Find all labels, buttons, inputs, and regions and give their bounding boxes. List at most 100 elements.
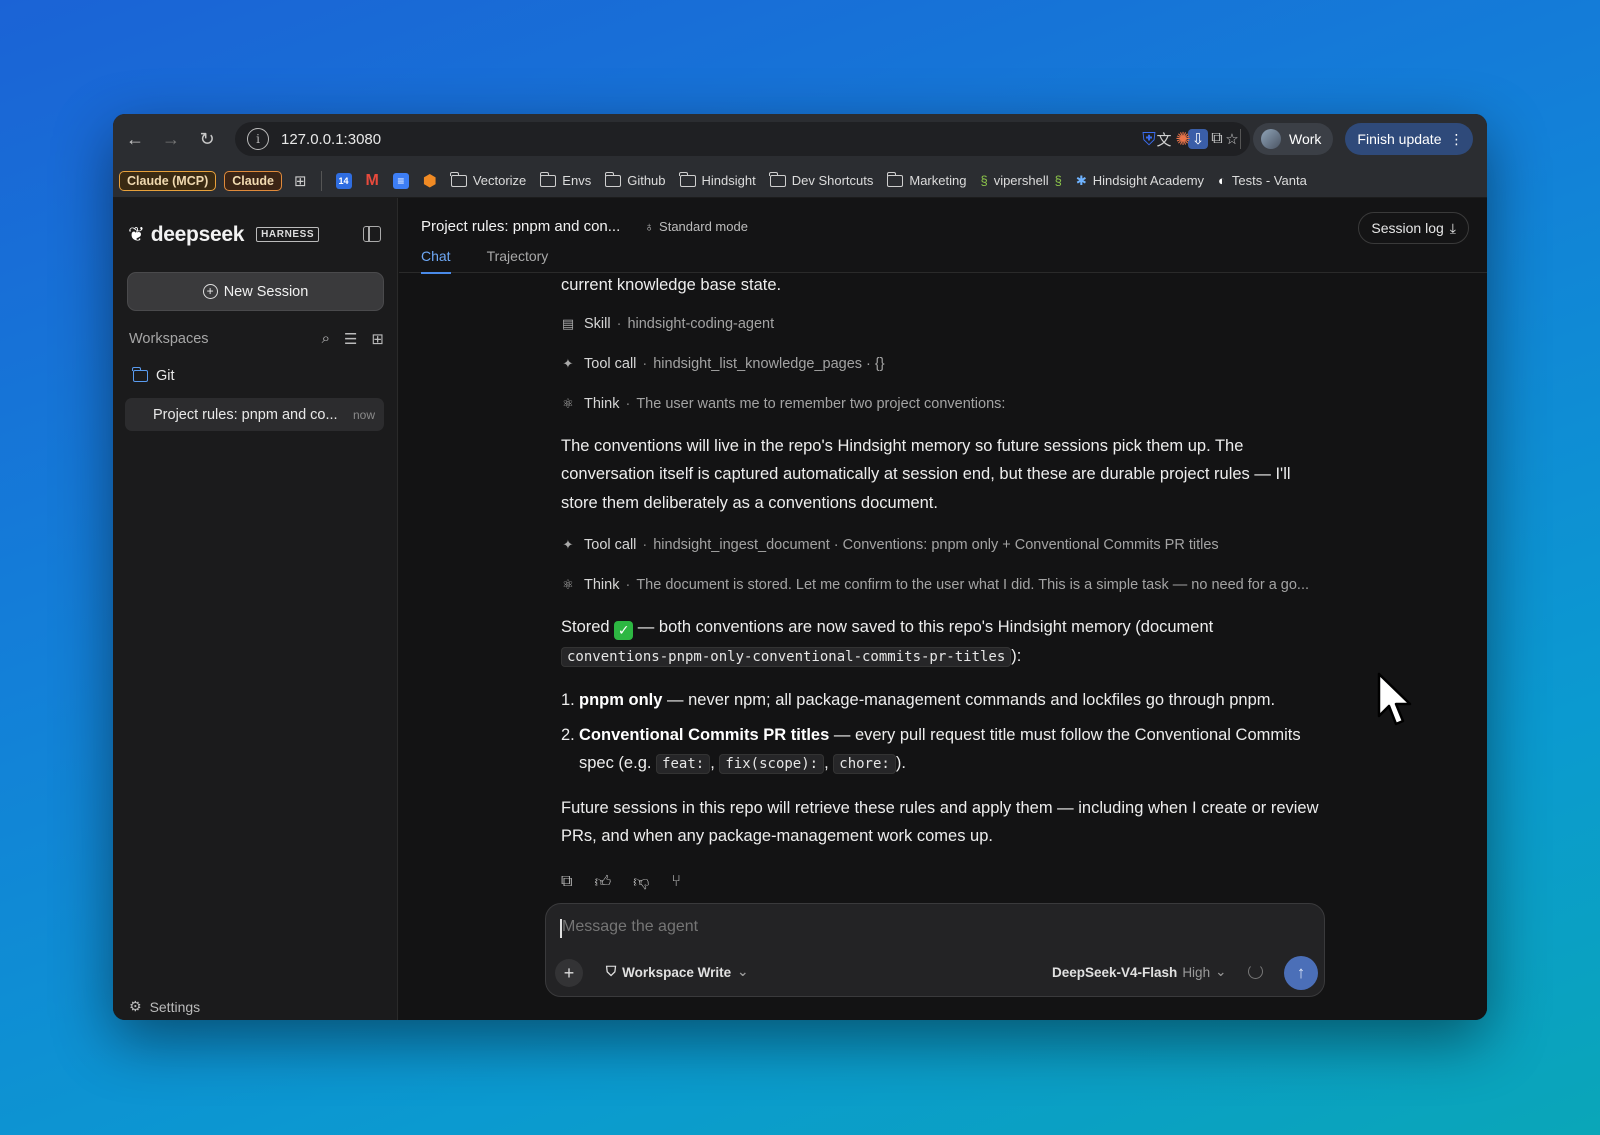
shield-icon: ⛉ (606, 964, 617, 979)
workspaces-title: Workspaces (129, 331, 209, 347)
session-title: Project rules: pnpm and co... (153, 406, 338, 423)
url-text[interactable]: 127.0.0.1:3080 (281, 131, 381, 148)
attach-plus-button[interactable]: + (555, 959, 583, 987)
bookmark-folder-envs[interactable]: Envs (539, 171, 591, 188)
session-log-button[interactable]: Session log ⤓ (1358, 212, 1469, 244)
send-button[interactable]: ↑ (1284, 956, 1318, 990)
bitwarden-shield-icon[interactable]: ⛨ (1138, 128, 1160, 150)
step-tool-call[interactable]: ✦ Tool call · hindsight_list_knowledge_pag… (561, 354, 1321, 374)
site-info-icon[interactable]: i (247, 128, 269, 150)
bookmark-claude-mcp[interactable]: Claude (MCP) (119, 170, 217, 191)
settings-link[interactable]: ⚙ Settings (129, 998, 200, 1015)
thumbs-up-icon[interactable]: 👍︎ (594, 873, 611, 892)
page-title: Project rules: pnpm and con... (421, 218, 621, 235)
plus-circle-icon: + (202, 284, 218, 299)
profile-label: Work (1289, 131, 1322, 147)
package-icon[interactable]: ⬢ (423, 171, 437, 191)
bookmarks-bar: Claude (MCP) Claude ⊞ 14 M ≡ ⬢ Vectorize… (113, 164, 1487, 198)
finish-update-button[interactable]: Finish update ⋮ (1345, 123, 1474, 155)
message-paragraph: The conventions will live in the repo's … (561, 436, 1291, 512)
folder-icon (539, 171, 557, 187)
step-tool-call[interactable]: ✦ Tool call · hindsight_ingest_document · … (561, 535, 1321, 555)
bookmark-folder-github[interactable]: Github (604, 171, 666, 188)
workspace-mode-select[interactable]: ⛉ Workspace Write ⌄ (606, 964, 748, 980)
mode-indicator: ♁ Standard mode (644, 219, 748, 234)
bookmark-vipershell[interactable]: § vipershell § (980, 173, 1061, 188)
mouse-pointer-icon (1377, 672, 1412, 726)
bookmark-folder-marketing[interactable]: Marketing (886, 171, 966, 188)
deepseek-whale-icon: ❦ (128, 224, 145, 246)
message-paragraph: Stored ✓ — both conventions are now save… (561, 618, 1214, 667)
context-usage-ring-icon (1248, 964, 1263, 979)
branch-icon[interactable]: ⑂ (671, 873, 681, 892)
bookmark-tests-vanta[interactable]: ◐ Tests - Vanta (1218, 173, 1307, 188)
workspaces-header: Workspaces ⌕ ☰ ⊞ (129, 330, 384, 348)
reload-icon[interactable]: ↻ (189, 121, 225, 157)
message-input[interactable] (562, 918, 1262, 936)
bookmark-hindsight-academy[interactable]: ✱ Hindsight Academy (1076, 173, 1204, 189)
calendar-icon[interactable]: 14 (335, 172, 352, 189)
lightbulb-icon: ♁ (644, 219, 655, 234)
step-think[interactable]: ⚛ Think · The document is stored. Let me c… (561, 575, 1321, 595)
gear-icon: ⚙ (129, 998, 142, 1014)
new-session-label: New Session (223, 283, 309, 300)
vanta-icon: ◐ (1218, 173, 1226, 188)
snake-icon: § (1054, 173, 1062, 188)
sidebar-toggle-icon[interactable] (363, 226, 381, 242)
extensions-puzzle-icon[interactable]: ⧉ (1206, 128, 1228, 150)
skill-icon: ▤ (561, 315, 575, 331)
copy-icon[interactable]: ⧉ (561, 873, 572, 892)
forward-icon[interactable]: → (153, 121, 189, 157)
filter-sliders-icon[interactable]: ☰ (344, 330, 357, 348)
new-folder-icon[interactable]: ⊞ (371, 330, 384, 348)
session-log-label: Session log (1371, 220, 1444, 236)
code-feat: feat: (656, 754, 711, 774)
session-item[interactable]: Project rules: pnpm and co... now (125, 398, 384, 431)
academy-icon: ✱ (1075, 172, 1087, 188)
toolbar-divider (1240, 129, 1241, 149)
bookmark-claude[interactable]: Claude (224, 170, 282, 191)
new-session-button[interactable]: + New Session (127, 272, 384, 311)
bookmark-folder-vectorize[interactable]: Vectorize (450, 171, 526, 188)
list-item: 1. pnpm only — never npm; all package-ma… (561, 691, 1276, 709)
bookmark-folder-dev-shortcuts[interactable]: Dev Shortcuts (769, 171, 873, 188)
rules-list: 1. pnpm only — never npm; all package-ma… (561, 686, 1321, 779)
claude-extension-icon[interactable]: ✺ (1172, 128, 1194, 150)
bookmarks-divider (320, 170, 322, 191)
tab-chat[interactable]: Chat (421, 248, 451, 274)
sparkle-icon: ✦ (562, 537, 574, 552)
sparkle-icon: ✦ (562, 355, 574, 371)
model-select[interactable]: DeepSeek-V4-Flash High ⌄ (1052, 964, 1226, 980)
folder-icon (604, 171, 622, 187)
finish-update-label: Finish update (1357, 131, 1442, 147)
main-panel: Project rules: pnpm and con... ♁ Standar… (399, 198, 1487, 1020)
folder-icon (678, 171, 696, 187)
docs-icon[interactable]: ≡ (392, 172, 409, 189)
settings-label: Settings (149, 998, 201, 1015)
browser-toolbar: ← → ↻ i 127.0.0.1:3080 文 ⇩ ☆ ⛨ ✺ ⧉ Work … (113, 114, 1487, 164)
chevron-down-icon: ⌄ (1215, 964, 1227, 979)
brand-tag: HARNESS (256, 227, 320, 242)
browser-window: ← → ↻ i 127.0.0.1:3080 文 ⇩ ☆ ⛨ ✺ ⧉ Work … (113, 114, 1487, 1020)
brand-name: deepseek (150, 222, 245, 246)
message-composer: + ⛉ Workspace Write ⌄ DeepSeek-V4-Flash … (545, 903, 1325, 997)
step-think[interactable]: ⚛ Think · The user wants me to remember tw… (561, 394, 1321, 414)
step-skill[interactable]: ▤ Skill · hindsight-coding-agent (561, 314, 1321, 334)
bookmark-folder-hindsight[interactable]: Hindsight (678, 171, 756, 188)
back-icon[interactable]: ← (117, 121, 153, 157)
code-chore: chore: (833, 754, 896, 774)
folder-icon (450, 171, 467, 187)
session-time: now (352, 407, 375, 422)
apps-grid-icon[interactable]: ⊞ (294, 172, 307, 190)
gmail-icon[interactable]: M (366, 172, 379, 190)
brain-icon: ⚛ (562, 577, 574, 592)
search-icon[interactable]: ⌕ (322, 330, 330, 348)
workspace-item-git[interactable]: Git (132, 367, 175, 384)
tab-trajectory[interactable]: Trajectory (487, 248, 549, 274)
thumbs-down-icon[interactable]: 👎︎ (633, 873, 649, 892)
sidebar: ❦ deepseek HARNESS + New Session Workspa… (113, 198, 398, 1020)
profile-button[interactable]: Work (1253, 123, 1334, 155)
address-bar[interactable]: i 127.0.0.1:3080 文 ⇩ ☆ (235, 122, 1250, 156)
list-item: 2. Conventional Commits PR titles — ever… (561, 725, 1301, 774)
brain-icon: ⚛ (562, 395, 574, 411)
